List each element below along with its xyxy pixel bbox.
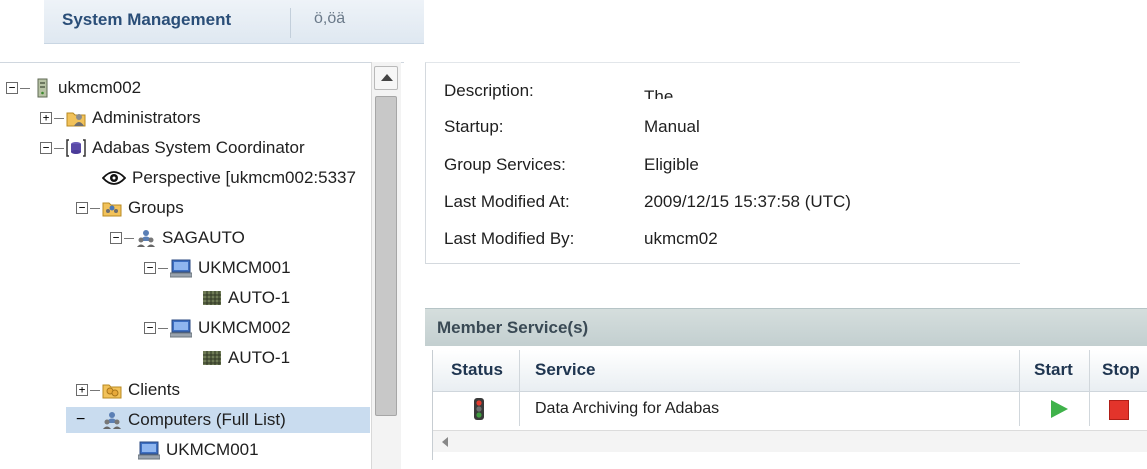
eye-icon — [102, 171, 126, 185]
tab-secondary[interactable]: ö,öä — [314, 10, 374, 28]
expand-toggle[interactable]: + — [40, 112, 52, 124]
start-play-icon[interactable] — [1051, 400, 1068, 418]
column-divider — [519, 350, 520, 426]
scroll-left-button[interactable] — [437, 434, 455, 450]
tree-connector — [158, 327, 168, 329]
expand-toggle[interactable]: + — [76, 384, 88, 396]
tree-node-label: SAGAUTO — [162, 228, 245, 247]
group-services-value: Eligible — [644, 155, 699, 174]
tree-node-label: UKMCM001 — [166, 440, 259, 459]
server-icon — [37, 78, 48, 98]
service-name-cell: Data Archiving for Adabas — [535, 400, 720, 417]
computer-icon — [170, 259, 192, 278]
collapse-toggle[interactable]: − — [40, 142, 52, 154]
node-grid-icon — [203, 291, 221, 305]
computers-group-icon — [103, 412, 121, 429]
tree-node-ukmcm001[interactable]: − UKMCM001 — [144, 255, 291, 281]
collapse-toggle[interactable]: − — [144, 322, 156, 334]
tree-node-auto-1[interactable]: AUTO-1 — [202, 285, 290, 311]
tree-connector — [20, 87, 30, 89]
traffic-light-icon — [474, 398, 484, 420]
tree-node-label: AUTO-1 — [228, 348, 291, 367]
tree-node-auto-1[interactable]: AUTO-1 — [202, 345, 290, 371]
tree-node-groups[interactable]: − Groups — [76, 195, 184, 221]
horizontal-scrollbar[interactable] — [433, 430, 1147, 452]
tree-node-administrators[interactable]: + Administrators — [40, 105, 201, 131]
tree-node-label: Adabas System Coordinator — [92, 138, 305, 157]
tree-node-sagauto[interactable]: − SAGAUTO — [110, 225, 245, 251]
last-modified-by-label: Last Modified By: — [444, 229, 575, 248]
tree-node-clients[interactable]: + Clients — [76, 377, 180, 403]
tree-node-label: UKMCM002 — [198, 318, 291, 337]
tree-node-label: UKMCM001 — [198, 258, 291, 277]
tree-node-ukmcm002-computer[interactable]: − UKMCM002 — [144, 315, 291, 341]
tree-node-perspective[interactable]: Perspective [ukmcm002:5337 — [102, 165, 356, 191]
column-divider — [1019, 350, 1020, 426]
tree-node-computers-full-list[interactable]: − Computers (Full List) — [66, 407, 370, 433]
tree-node-ukmcm001-computer[interactable]: UKMCM001 — [138, 437, 259, 463]
tab-separator — [290, 8, 291, 38]
header-strip: System Management ö,öä — [44, 0, 424, 44]
collapse-toggle[interactable]: − — [110, 232, 122, 244]
collapse-toggle[interactable]: − — [76, 202, 88, 214]
group-services-label: Group Services: — [444, 155, 566, 174]
tree-node-label: AUTO-1 — [228, 288, 291, 307]
description-value: The — [644, 87, 674, 99]
collapse-marker[interactable]: − — [76, 411, 90, 429]
tree-node-label: Perspective [ukmcm002:5337 — [132, 168, 356, 187]
group-icon — [137, 230, 155, 247]
column-header-service[interactable]: Service — [535, 360, 596, 380]
tree-node-ukmcm002[interactable]: − ukmcm002 — [6, 75, 141, 101]
member-services-title: Member Service(s) — [437, 318, 589, 337]
navigation-tree: − ukmcm002 + Administrators − Adabas Sys… — [0, 62, 404, 469]
tree-node-label: Clients — [128, 380, 180, 399]
tree-node-label: Computers (Full List) — [128, 410, 286, 429]
scroll-up-button[interactable] — [374, 66, 398, 90]
startup-label: Startup: — [444, 117, 504, 136]
tree-node-label: Administrators — [92, 108, 201, 127]
tree-connector — [90, 389, 100, 391]
collapse-toggle[interactable]: − — [144, 262, 156, 274]
tab-system-management[interactable]: System Management — [62, 10, 262, 30]
computer-icon — [170, 319, 192, 338]
last-modified-by-value: ukmcm02 — [644, 229, 718, 248]
description-label: Description: — [444, 81, 534, 100]
tree-connector — [124, 237, 134, 239]
computer-icon — [138, 441, 160, 460]
table-header-row: Status Service Start Stop — [433, 350, 1147, 392]
groups-folder-icon — [102, 202, 122, 217]
tree-node-label: Groups — [128, 198, 184, 217]
last-modified-at-label: Last Modified At: — [444, 192, 570, 211]
tree-connector — [90, 207, 100, 209]
node-grid-icon — [203, 351, 221, 365]
details-panel: Description: The Startup: Manual Group S… — [425, 62, 1020, 264]
admin-folder-icon — [66, 112, 86, 127]
tree-node-label: ukmcm002 — [58, 78, 142, 97]
column-header-stop[interactable]: Stop — [1102, 360, 1140, 380]
stop-square-icon[interactable] — [1109, 400, 1129, 420]
startup-value: Manual — [644, 117, 700, 136]
tree-connector — [54, 147, 64, 149]
tree-connector — [158, 267, 168, 269]
last-modified-at-value: 2009/12/15 15:37:58 (UTC) — [644, 192, 851, 211]
column-divider — [1089, 350, 1090, 426]
column-header-status[interactable]: Status — [451, 360, 503, 380]
tree-node-adabas-system-coordinator[interactable]: − Adabas System Coordinator — [40, 135, 305, 161]
collapse-toggle[interactable]: − — [6, 82, 18, 94]
scroll-thumb[interactable] — [375, 96, 397, 416]
column-header-start[interactable]: Start — [1034, 360, 1073, 380]
member-services-header: Member Service(s) — [425, 308, 1147, 346]
clients-folder-icon — [102, 384, 122, 399]
tree-scrollbar[interactable] — [371, 62, 401, 469]
member-services-table: Status Service Start Stop Data Archiving… — [432, 350, 1147, 460]
tree-connector — [54, 117, 64, 119]
coordinator-icon — [66, 139, 86, 157]
